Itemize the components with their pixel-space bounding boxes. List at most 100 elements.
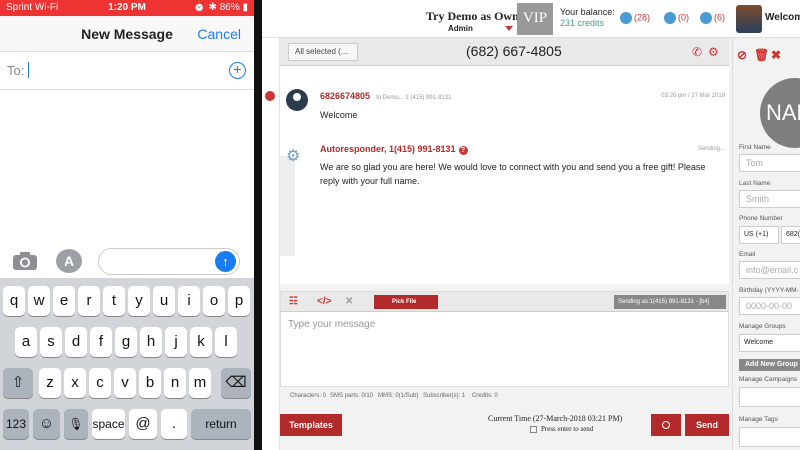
- key-x[interactable]: x: [64, 368, 86, 398]
- send-arrow-icon[interactable]: ↑: [215, 251, 236, 272]
- all-selected-dropdown[interactable]: All selected (...: [288, 43, 358, 61]
- key-g[interactable]: g: [115, 327, 137, 357]
- block-icon[interactable]: ⊘: [737, 48, 747, 62]
- first-name-input[interactable]: Tom: [739, 154, 800, 172]
- key-v[interactable]: v: [114, 368, 136, 398]
- key-s[interactable]: s: [40, 327, 62, 357]
- messages-counter[interactable]: (0): [664, 12, 689, 24]
- at-key[interactable]: @: [129, 409, 157, 439]
- user-avatar[interactable]: [736, 5, 762, 33]
- code-icon[interactable]: </>: [317, 296, 331, 307]
- campaigns-select[interactable]: [739, 387, 800, 407]
- cancel-button[interactable]: Cancel: [197, 26, 241, 42]
- key-h[interactable]: h: [140, 327, 162, 357]
- collapse-icon[interactable]: [265, 91, 275, 101]
- message-sender[interactable]: 6826674805 to Demo... 1 (415) 991-8131: [320, 91, 451, 101]
- message-thread: 6826674805 to Demo... 1 (415) 991-8131 03…: [280, 66, 729, 284]
- key-j[interactable]: j: [165, 327, 187, 357]
- key-o[interactable]: o: [203, 286, 225, 316]
- key-c[interactable]: c: [89, 368, 111, 398]
- key-d[interactable]: d: [65, 327, 87, 357]
- recipient-field[interactable]: To: +: [0, 52, 254, 90]
- vip-badge[interactable]: VIP: [517, 3, 553, 35]
- message-navbar: New Message Cancel: [0, 16, 254, 52]
- contacts-counter[interactable]: (28): [620, 12, 650, 24]
- return-key[interactable]: return: [191, 409, 251, 439]
- schedule-button[interactable]: [651, 414, 681, 436]
- try-demo-label[interactable]: Try Demo as Owner: [426, 9, 529, 24]
- call-icon[interactable]: ✆: [692, 45, 702, 59]
- key-p[interactable]: p: [228, 286, 250, 316]
- phone-number-input[interactable]: 682(: [781, 226, 800, 244]
- tags-select[interactable]: [739, 427, 800, 447]
- space-key[interactable]: space: [92, 409, 125, 439]
- manage-groups-label: Manage Groups: [739, 323, 786, 330]
- key-f[interactable]: f: [90, 327, 112, 357]
- camera-icon[interactable]: [12, 251, 38, 271]
- key-q[interactable]: q: [3, 286, 25, 316]
- settings-gear-icon[interactable]: ⚙: [708, 45, 719, 59]
- pick-file-button[interactable]: Pick File: [374, 295, 438, 309]
- add-new-group-button[interactable]: Add New Group: [739, 359, 800, 371]
- app-store-icon[interactable]: A: [56, 249, 82, 273]
- numbers-key[interactable]: 123: [3, 409, 29, 439]
- shuffle-icon[interactable]: ✕: [345, 296, 353, 307]
- remove-user-icon[interactable]: ✖: [771, 48, 781, 62]
- keyboard-row-1: qwertyuiop: [0, 286, 254, 317]
- sending-as-dropdown[interactable]: Sending as:1(415) 991-8131 - [b4]: [614, 295, 726, 309]
- admin-role-label: Admin: [448, 24, 473, 33]
- period-key[interactable]: .: [161, 409, 187, 439]
- add-contact-icon[interactable]: +: [229, 62, 246, 79]
- last-name-input[interactable]: Smith: [739, 190, 800, 208]
- press-enter-option[interactable]: Press enter to send: [530, 425, 593, 433]
- contact-avatar-icon: [286, 89, 308, 111]
- key-b[interactable]: b: [139, 368, 161, 398]
- credits-value[interactable]: 231 credits: [560, 18, 615, 29]
- key-z[interactable]: z: [39, 368, 61, 398]
- email-input[interactable]: info@email.c: [739, 261, 800, 279]
- microphone-key[interactable]: 🎙: [64, 409, 88, 439]
- first-name-label: First Name: [739, 144, 771, 151]
- backspace-key[interactable]: ⌫: [221, 368, 251, 398]
- key-r[interactable]: r: [78, 286, 100, 316]
- mms-count: MMS: 0(1/Sub): [378, 393, 419, 399]
- contact-avatar: NAM: [760, 78, 800, 148]
- subscribers-count: Subscriber(s): 1: [423, 393, 466, 399]
- message-status: Sending...: [697, 146, 725, 152]
- manage-campaigns-label: Manage Campaigns: [739, 376, 798, 383]
- key-n[interactable]: n: [164, 368, 186, 398]
- key-u[interactable]: u: [153, 286, 175, 316]
- group-select[interactable]: Welcome: [739, 334, 800, 352]
- shift-key[interactable]: ⇧: [3, 368, 33, 398]
- messages-count: (0): [678, 12, 689, 23]
- key-k[interactable]: k: [190, 327, 212, 357]
- key-y[interactable]: y: [128, 286, 150, 316]
- send-button[interactable]: Send: [685, 414, 729, 436]
- contacts-icon: [620, 12, 632, 24]
- trash-icon[interactable]: 🗑: [754, 48, 769, 62]
- template-grid-icon[interactable]: ☷: [289, 296, 298, 307]
- key-t[interactable]: t: [103, 286, 125, 316]
- balance-block: Your balance: 231 credits: [560, 7, 615, 29]
- alerts-counter[interactable]: (6): [700, 12, 725, 24]
- message-textarea[interactable]: Type your message: [288, 319, 375, 330]
- autoresponder-sender[interactable]: Autoresponder, 1(415) 991-8131?: [320, 144, 468, 155]
- keyboard-row-3: ⇧ ⌫ zxcvbnm: [0, 368, 254, 399]
- key-w[interactable]: w: [28, 286, 50, 316]
- key-e[interactable]: e: [53, 286, 75, 316]
- country-code-select[interactable]: US (+1): [739, 226, 779, 244]
- key-a[interactable]: a: [15, 327, 37, 357]
- imessage-input[interactable]: ↑: [98, 248, 240, 275]
- help-icon[interactable]: ?: [458, 146, 468, 155]
- role-dropdown-icon[interactable]: [505, 26, 513, 31]
- key-i[interactable]: i: [178, 286, 200, 316]
- key-m[interactable]: m: [189, 368, 211, 398]
- key-l[interactable]: l: [215, 327, 237, 357]
- clock-icon: [662, 420, 670, 429]
- emoji-key[interactable]: ☺: [33, 409, 60, 439]
- press-enter-checkbox[interactable]: [530, 425, 537, 433]
- message-counters: Characters: 0 SMS parts: 0/10 MMS: 0(1/S…: [280, 390, 729, 402]
- conversation-toolbar: All selected (... (682) 667-4805 ✆ ⚙: [280, 38, 729, 66]
- birthday-input[interactable]: 0000-00-00: [739, 297, 800, 315]
- templates-button[interactable]: Templates: [280, 414, 342, 436]
